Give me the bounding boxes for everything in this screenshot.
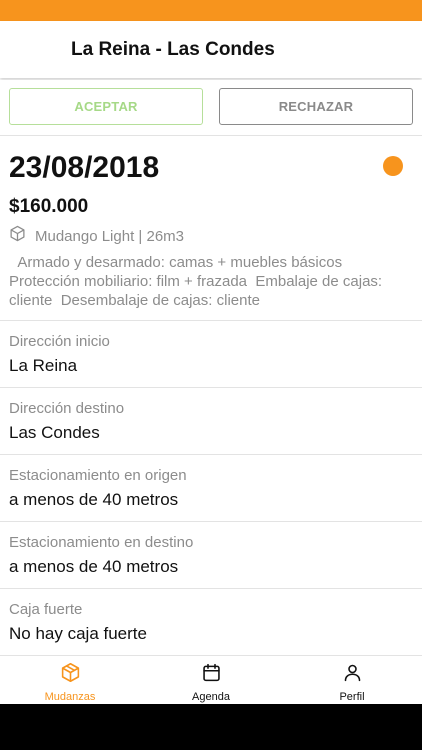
tab-agenda[interactable]: Agenda (141, 656, 281, 705)
box-icon (60, 656, 81, 688)
action-bar: ACEPTAR RECHAZAR (0, 80, 422, 136)
page-title: La Reina - Las Condes (71, 39, 275, 60)
info-row-start-address: Dirección inicio La Reina (0, 321, 422, 388)
tab-label: Mudanzas (44, 691, 96, 703)
tab-label: Perfil (339, 691, 365, 703)
info-row-destination-parking: Estacionamiento en destino a menos de 40… (0, 522, 422, 589)
reject-button[interactable]: RECHAZAR (219, 88, 413, 125)
info-value: La Reina (9, 356, 78, 375)
status-bar (0, 0, 422, 21)
move-price: $160.000 (9, 196, 89, 217)
tab-mudanzas[interactable]: Mudanzas (0, 656, 140, 705)
service-row: Mudango Light | 26m3 (9, 225, 184, 247)
info-value: a menos de 40 metros (9, 557, 179, 576)
info-row-destination-address: Dirección destino Las Condes (0, 388, 422, 455)
move-date: 23/08/2018 (9, 151, 160, 184)
info-row-origin-parking: Estacionamiento en origen a menos de 40 … (0, 455, 422, 522)
move-summary: 23/08/2018 $160.000 Mudango Light | 26m3… (0, 137, 422, 321)
tab-perfil[interactable]: Perfil (282, 656, 422, 705)
info-label: Estacionamiento en destino (9, 534, 194, 551)
info-row-safe: Caja fuerte No hay caja fuerte (0, 589, 422, 656)
service-details: Armado y desarmado: camas + muebles bási… (9, 254, 387, 309)
info-label: Estacionamiento en origen (9, 467, 187, 484)
box-icon (9, 225, 26, 247)
info-label: Dirección destino (9, 400, 125, 417)
info-label: Dirección inicio (9, 333, 110, 350)
service-type: Mudango Light | 26m3 (35, 227, 184, 245)
calendar-icon (201, 656, 222, 688)
accept-button[interactable]: ACEPTAR (9, 88, 203, 125)
app-header: La Reina - Las Condes (0, 21, 422, 78)
tab-bar: Mudanzas Agenda Perfil (0, 655, 422, 704)
info-value: Las Condes (9, 423, 100, 442)
info-value: a menos de 40 metros (9, 490, 179, 509)
system-navigation-bar (0, 704, 422, 750)
tab-label: Agenda (192, 691, 230, 703)
info-label: Caja fuerte (9, 601, 83, 618)
info-value: No hay caja fuerte (9, 624, 147, 643)
status-indicator (383, 156, 403, 176)
user-icon (342, 656, 363, 688)
